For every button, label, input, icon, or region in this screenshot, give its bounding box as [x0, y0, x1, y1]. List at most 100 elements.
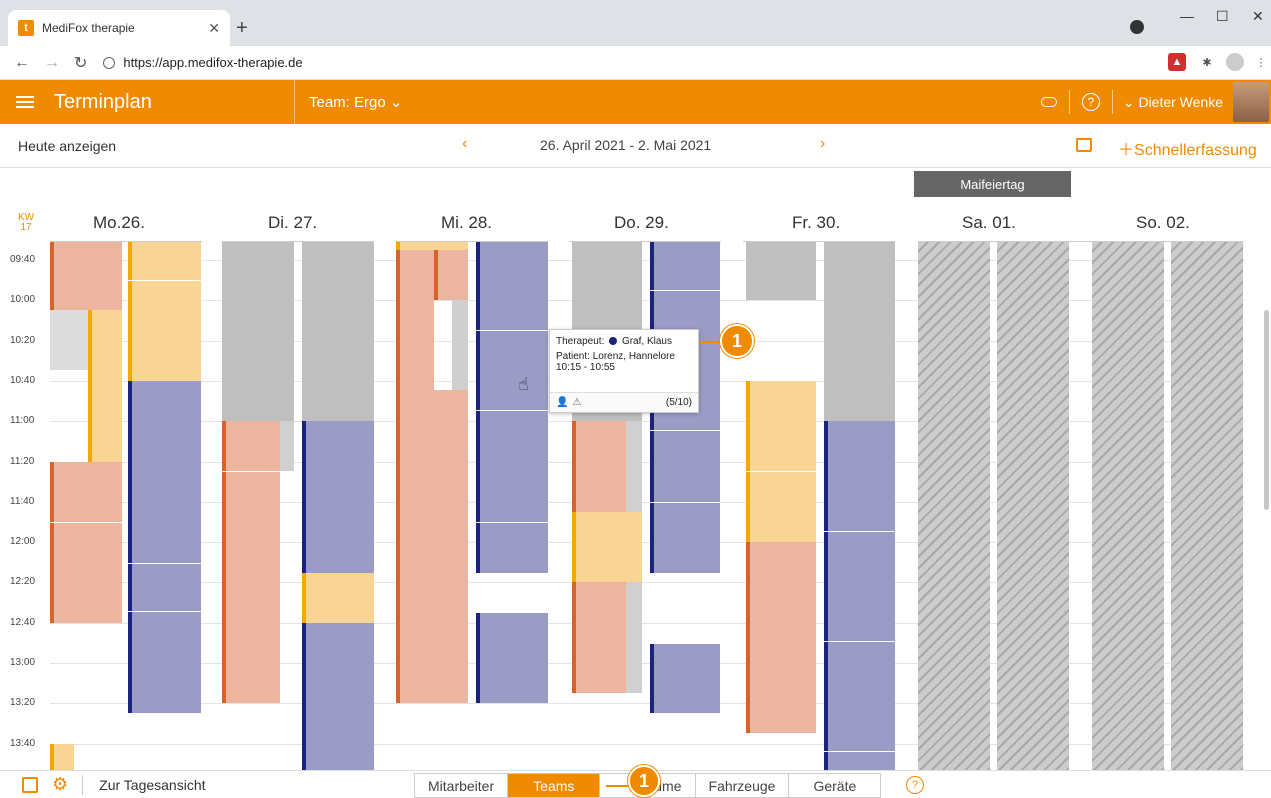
appointment[interactable] — [302, 623, 374, 770]
hamburger-icon[interactable] — [16, 93, 34, 111]
appointment[interactable] — [222, 421, 280, 703]
help-icon[interactable]: ? — [906, 776, 924, 794]
appointment[interactable] — [650, 644, 720, 713]
url-text: https://app.medifox-therapie.de — [123, 55, 303, 70]
time-label: 13:20 — [10, 697, 36, 708]
close-icon[interactable]: ✕ — [208, 20, 220, 37]
person-icon: 👤 — [556, 397, 569, 408]
page-title: Terminplan — [54, 90, 152, 113]
segment-teams[interactable]: Teams — [508, 774, 601, 797]
time-label: 10:40 — [10, 375, 36, 386]
time-label: 12:20 — [10, 576, 36, 587]
therapist-color-dot — [609, 337, 618, 345]
segment-fahrzeuge[interactable]: Fahrzeuge — [695, 774, 790, 797]
reload-icon[interactable]: ↻ — [74, 53, 87, 73]
time-label: 10:00 — [10, 294, 36, 305]
profile-icon[interactable] — [1130, 20, 1144, 34]
url-field[interactable]: https://app.medifox-therapie.de — [103, 55, 303, 70]
appointment[interactable] — [824, 242, 895, 421]
app-favicon-icon: t — [18, 20, 34, 36]
time-label: 13:40 — [10, 738, 36, 749]
maximize-icon[interactable]: ☐ — [1216, 8, 1229, 25]
day-header-do[interactable]: Do. 29. — [614, 213, 669, 233]
segment-mitarbeiter[interactable]: Mitarbeiter — [415, 774, 509, 797]
appointment[interactable] — [396, 390, 468, 703]
today-button[interactable]: Heute anzeigen — [18, 138, 116, 154]
cloud-icon[interactable] — [1040, 97, 1057, 107]
day-header-mi[interactable]: Mi. 28. — [441, 213, 492, 233]
team-selector[interactable]: Team: Ergo ⌄ — [309, 93, 402, 111]
closed-day-area — [1171, 242, 1243, 770]
next-week-button[interactable]: › — [820, 135, 825, 153]
appointment[interactable] — [128, 242, 201, 381]
chevron-down-icon: ⌄ — [389, 94, 403, 111]
back-icon[interactable]: ← — [14, 54, 30, 72]
time-label: 11:00 — [10, 415, 35, 426]
appointment[interactable] — [746, 542, 816, 733]
appointment[interactable] — [572, 421, 626, 512]
browser-tab[interactable]: t MediFox therapie ✕ — [8, 10, 230, 46]
appointment-tooltip: Therapeut: Graf, Klaus Patient: Lorenz, … — [549, 329, 699, 413]
warning-icon: ⚠ — [572, 397, 582, 408]
printer-icon[interactable] — [1076, 138, 1092, 152]
day-header-mo[interactable]: Mo.26. — [93, 213, 145, 233]
browser-tabbar: t MediFox therapie ✕ + — ☐ ✕ — [0, 0, 1271, 46]
calendar-icon[interactable] — [22, 776, 38, 793]
appointment[interactable] — [302, 421, 374, 573]
closed-day-area — [997, 242, 1069, 770]
extensions-icon[interactable]: ✱ — [1198, 53, 1216, 71]
appointment[interactable] — [50, 310, 88, 370]
day-header-di[interactable]: Di. 27. — [268, 213, 317, 233]
minimize-icon[interactable]: — — [1180, 8, 1194, 24]
appointment[interactable] — [746, 381, 816, 542]
day-header-so[interactable]: So. 02. — [1136, 213, 1190, 233]
therapist-name: Graf, Klaus — [621, 336, 672, 347]
quick-entry-button[interactable]: ＋Schnellerfassung — [1118, 136, 1257, 160]
forward-icon[interactable]: → — [44, 54, 60, 72]
help-icon[interactable]: ? — [1081, 93, 1100, 111]
new-tab-icon[interactable]: + — [236, 17, 248, 40]
account-icon[interactable] — [1226, 53, 1244, 71]
avatar[interactable] — [1233, 82, 1269, 122]
appointment[interactable] — [396, 242, 468, 250]
appointment[interactable] — [50, 744, 74, 770]
closed-day-area — [918, 242, 990, 770]
appointment[interactable] — [824, 421, 895, 770]
segment-geraete[interactable]: Geräte — [789, 774, 881, 797]
tab-title: MediFox therapie — [42, 21, 135, 35]
appointment[interactable] — [434, 250, 468, 300]
time-label: 13:00 — [10, 657, 36, 668]
day-header-sa[interactable]: Sa. 01. — [962, 213, 1016, 233]
appointment[interactable] — [302, 573, 374, 623]
holiday-label: Maifeiertag — [914, 171, 1071, 197]
day-header-fr[interactable]: Fr. 30. — [792, 213, 840, 233]
site-info-icon[interactable] — [103, 56, 116, 69]
appointment[interactable] — [50, 462, 122, 623]
user-menu[interactable]: ⌄ Dieter Wenke — [1123, 94, 1223, 111]
callout-badge: 1 — [720, 324, 754, 358]
appointment[interactable] — [88, 310, 122, 462]
appointment[interactable] — [572, 512, 642, 582]
menu-icon[interactable]: ⋮ — [1252, 53, 1270, 71]
appointment-graf-lorenz[interactable] — [476, 242, 548, 573]
app-header: Terminplan Team: Ergo ⌄ ? ⌄ Dieter Wenke — [0, 80, 1271, 124]
calendar-week: KW 17 — [18, 212, 35, 233]
time-label: 12:40 — [10, 617, 36, 628]
appointment[interactable] — [50, 242, 122, 310]
appointment[interactable] — [396, 250, 434, 390]
time-label: 11:40 — [10, 496, 35, 507]
window-close-icon[interactable]: ✕ — [1252, 8, 1264, 25]
appointment[interactable] — [746, 242, 816, 300]
day-view-button[interactable]: Zur Tagesansicht — [99, 777, 205, 793]
prev-week-button[interactable]: ‹ — [462, 135, 467, 153]
appointment[interactable] — [476, 613, 548, 703]
time-label: 10:20 — [10, 335, 36, 346]
appointment[interactable] — [128, 381, 201, 713]
appointment[interactable] — [572, 582, 626, 693]
session-count: (5/10) — [665, 397, 692, 408]
appointment[interactable] — [302, 242, 374, 421]
gear-icon[interactable]: ⚙ — [52, 774, 68, 795]
pdf-extension-icon[interactable]: ▲ — [1168, 53, 1186, 71]
scrollbar[interactable] — [1264, 310, 1269, 510]
appointment[interactable] — [222, 242, 294, 421]
